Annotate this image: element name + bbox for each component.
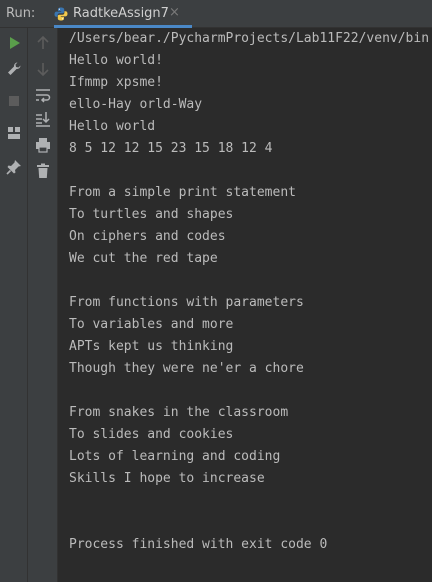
tab-label: RadtkeAssign7: [73, 6, 169, 21]
run-tool-window-header: Run: RadtkeAssign7 ×: [0, 0, 432, 28]
console-line: Ifmmp xpsme!: [69, 75, 163, 90]
console-line: On ciphers and codes: [69, 229, 226, 244]
console-line: To slides and cookies: [69, 427, 234, 442]
console-line: ello-Hay orld-Way: [69, 97, 203, 112]
console-line: Hello world: [69, 119, 156, 134]
console-line: To variables and more: [69, 317, 234, 332]
console-line: APTs kept us thinking: [69, 339, 234, 354]
console-line: Though they were ne'er a chore: [69, 361, 304, 376]
close-icon[interactable]: ×: [169, 5, 180, 20]
left-toolbar: [0, 28, 28, 582]
console-line: /Users/bear./PycharmProjects/Lab11F22/ve…: [69, 31, 430, 46]
console-line: Hello world!: [69, 53, 163, 68]
stop-icon[interactable]: [3, 90, 25, 112]
console-line: From functions with parameters: [69, 295, 304, 310]
console-line: From a simple print statement: [69, 185, 296, 200]
trash-icon[interactable]: [32, 160, 54, 182]
exit-code-line: Process finished with exit code 0: [69, 537, 328, 552]
soft-wrap-icon[interactable]: [32, 84, 54, 106]
console-toolbar: [28, 28, 58, 582]
console-line: From snakes in the classroom: [69, 405, 289, 420]
wrench-icon[interactable]: [3, 58, 25, 80]
console-line: 8 5 12 12 15 23 15 18 12 4: [69, 141, 273, 156]
console-line: We cut the red tape: [69, 251, 218, 266]
print-icon[interactable]: [32, 134, 54, 156]
up-arrow-icon[interactable]: [32, 32, 54, 54]
console-output[interactable]: /Users/bear./PycharmProjects/Lab11F22/ve…: [58, 28, 432, 582]
layout-icon[interactable]: [3, 122, 25, 144]
run-label: Run:: [6, 6, 36, 21]
console-line: To turtles and shapes: [69, 207, 234, 222]
scroll-to-end-icon[interactable]: [32, 108, 54, 130]
pin-icon[interactable]: [3, 156, 25, 178]
tab-radtkeassign7[interactable]: RadtkeAssign7 ×: [54, 0, 192, 28]
python-icon: [54, 6, 68, 21]
console-line: Skills I hope to increase: [69, 471, 265, 486]
console-line: Lots of learning and coding: [69, 449, 281, 464]
down-arrow-icon[interactable]: [32, 58, 54, 80]
rerun-icon[interactable]: [3, 32, 25, 54]
